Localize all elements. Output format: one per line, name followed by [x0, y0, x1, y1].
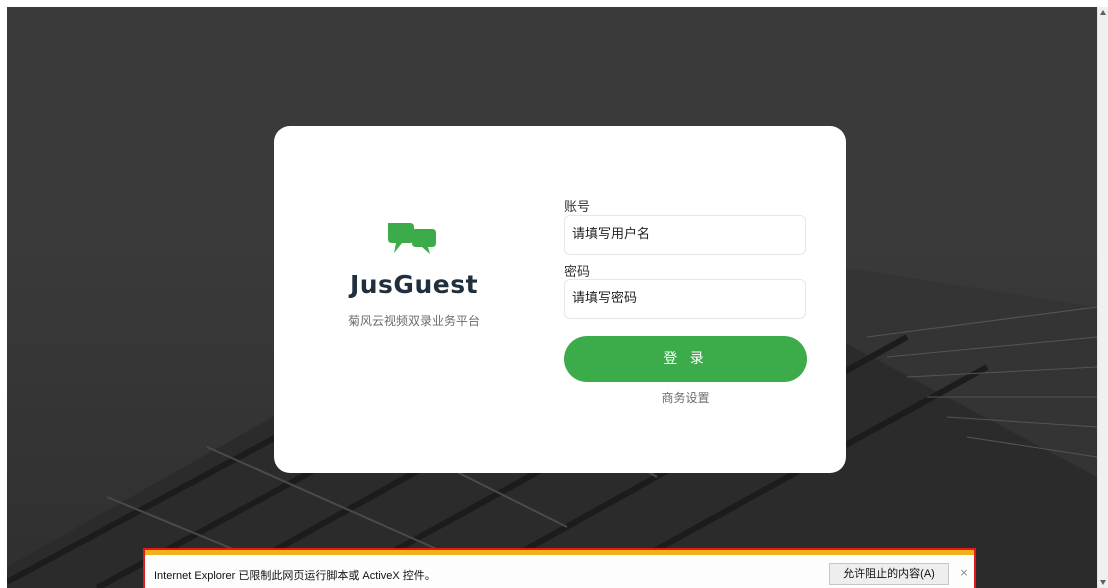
notification-top-border — [145, 550, 974, 555]
business-settings-link[interactable]: 商务设置 — [564, 389, 807, 406]
password-input[interactable]: 请填写密码 — [564, 279, 806, 319]
account-label: 账号 — [564, 200, 591, 215]
notification-message: Internet Explorer 已限制此网页运行脚本或 ActiveX 控件… — [154, 570, 436, 582]
login-card: JusGuest 菊风云视频双录业务平台 账号 请填写用户名 密码 请填写密码 … — [274, 126, 846, 473]
chat-bubbles-icon — [388, 223, 436, 254]
vertical-scrollbar[interactable] — [1097, 7, 1108, 588]
brand-panel: JusGuest 菊风云视频双录业务平台 — [274, 126, 554, 473]
page-viewport: JusGuest 菊风云视频双录业务平台 账号 请填写用户名 密码 请填写密码 … — [7, 7, 1097, 588]
allow-blocked-content-button[interactable]: 允许阻止的内容(A) — [829, 563, 949, 585]
ie-notification-bar: Internet Explorer 已限制此网页运行脚本或 ActiveX 控件… — [143, 548, 976, 588]
username-input[interactable]: 请填写用户名 — [564, 215, 806, 255]
brand-tagline: 菊风云视频双录业务平台 — [347, 314, 480, 328]
login-button[interactable]: 登 录 — [564, 336, 807, 382]
close-icon[interactable]: × — [957, 565, 971, 581]
brand-name: JusGuest — [349, 270, 479, 299]
scroll-up-icon[interactable] — [1100, 10, 1106, 15]
password-label: 密码 — [564, 265, 591, 280]
scroll-down-icon[interactable] — [1100, 580, 1106, 585]
